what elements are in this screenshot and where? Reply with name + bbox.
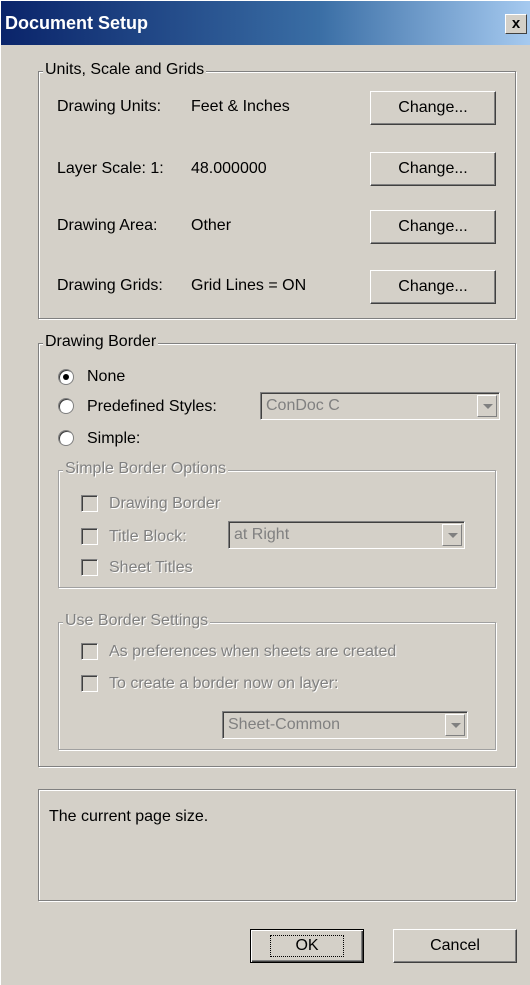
- change-units-button[interactable]: Change...: [370, 91, 496, 125]
- document-setup-dialog: Document Setup x Units, Scale and Grids …: [0, 0, 530, 985]
- drawing-border-checkbox[interactable]: [81, 495, 98, 512]
- status-text: The current page size.: [49, 808, 209, 825]
- sheet-titles-label: Sheet Titles: [109, 559, 193, 576]
- predefined-style-select[interactable]: ConDoc C: [260, 392, 500, 420]
- drawing-grids-label: Drawing Grids:: [57, 277, 163, 294]
- chevron-down-icon[interactable]: [442, 524, 462, 546]
- ok-button[interactable]: OK: [250, 929, 364, 963]
- sheet-titles-checkbox[interactable]: [81, 559, 98, 576]
- chevron-down-icon[interactable]: [477, 395, 497, 417]
- ok-button-label: OK: [270, 935, 344, 957]
- change-scale-button[interactable]: Change...: [370, 152, 496, 186]
- layer-scale-value: 48.000000: [191, 160, 267, 177]
- units-group-legend: Units, Scale and Grids: [43, 61, 207, 79]
- drawing-grids-value: Grid Lines = ON: [191, 277, 307, 294]
- simple-border-options-group: Simple Border Options Drawing Border Tit…: [58, 460, 496, 588]
- drawing-border-label: Drawing Border: [109, 495, 221, 512]
- predefined-style-value: ConDoc C: [266, 397, 340, 414]
- title-bar[interactable]: Document Setup x: [1, 1, 530, 45]
- cancel-button[interactable]: Cancel: [393, 929, 517, 963]
- radio-simple-label: Simple:: [87, 430, 141, 447]
- drawing-border-legend: Drawing Border: [43, 333, 159, 351]
- radio-predefined-styles[interactable]: [58, 398, 74, 414]
- change-area-button[interactable]: Change...: [370, 210, 496, 244]
- create-border-label: To create a border now on layer:: [109, 675, 339, 692]
- layer-scale-label: Layer Scale: 1:: [57, 160, 164, 177]
- layer-select[interactable]: Sheet-Common: [222, 711, 468, 739]
- close-button[interactable]: x: [505, 14, 527, 34]
- use-border-settings-group: Use Border Settings As preferences when …: [58, 612, 496, 750]
- close-icon: x: [511, 15, 521, 32]
- drawing-area-value: Other: [191, 217, 232, 234]
- radio-predefined-label: Predefined Styles:: [87, 398, 217, 415]
- title-block-position-select[interactable]: at Right: [228, 521, 465, 549]
- title-block-label: Title Block:: [109, 528, 187, 545]
- simple-options-legend: Simple Border Options: [63, 460, 228, 478]
- units-scale-grids-group: Units, Scale and Grids Drawing Units: Fe…: [38, 61, 516, 319]
- title-block-checkbox[interactable]: [81, 528, 98, 545]
- drawing-border-group: Drawing Border None Predefined Styles: C…: [38, 333, 516, 767]
- drawing-units-label: Drawing Units:: [57, 98, 162, 115]
- window-title: Document Setup: [5, 13, 149, 33]
- chevron-down-icon[interactable]: [445, 714, 465, 736]
- create-border-checkbox[interactable]: [81, 675, 98, 692]
- layer-value: Sheet-Common: [228, 716, 341, 733]
- preferences-checkbox[interactable]: [81, 643, 98, 660]
- radio-simple[interactable]: [58, 430, 74, 446]
- drawing-units-value: Feet & Inches: [191, 98, 290, 115]
- change-grids-button[interactable]: Change...: [370, 270, 496, 304]
- use-settings-legend: Use Border Settings: [63, 612, 211, 630]
- radio-none-label: None: [87, 368, 126, 385]
- radio-none[interactable]: [58, 369, 74, 385]
- preferences-label: As preferences when sheets are created: [109, 643, 397, 660]
- drawing-area-label: Drawing Area:: [57, 217, 158, 234]
- status-box: The current page size.: [38, 789, 516, 901]
- title-block-position-value: at Right: [234, 526, 290, 543]
